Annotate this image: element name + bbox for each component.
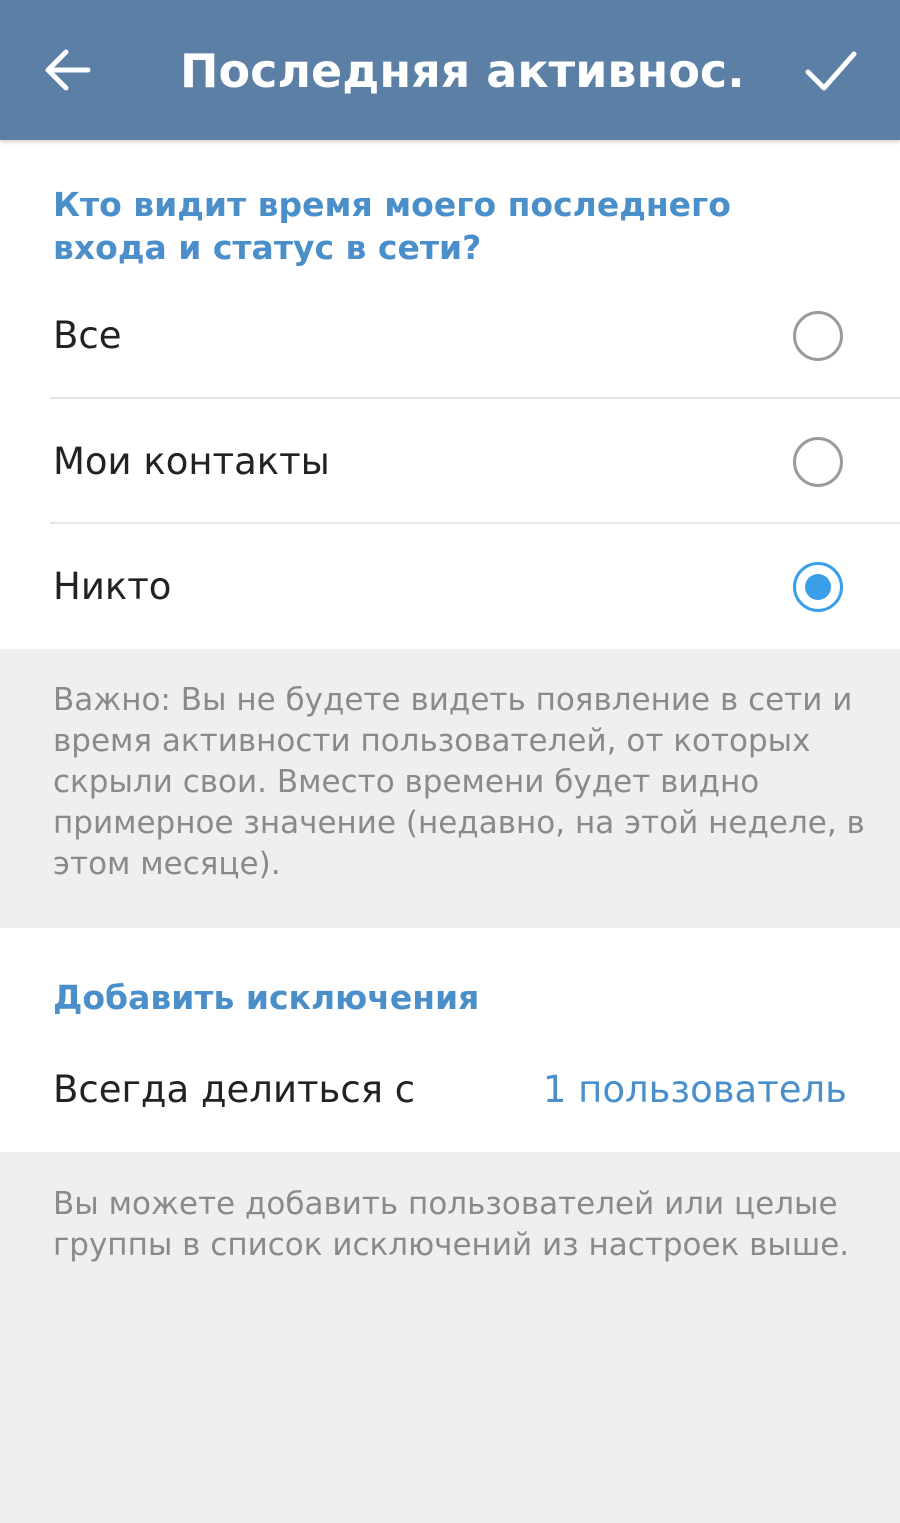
exceptions-note: Вы можете добавить пользователей или цел…	[53, 1186, 850, 1263]
arrow-left-icon	[45, 49, 91, 91]
option-label: Все	[53, 314, 122, 357]
radio-button[interactable]	[793, 437, 843, 487]
option-everybody[interactable]: Все	[0, 273, 900, 398]
radio-button[interactable]	[793, 562, 843, 612]
option-label: Мои контакты	[53, 440, 330, 483]
radio-button[interactable]	[793, 311, 843, 361]
back-button[interactable]	[36, 38, 100, 102]
radio-dot	[805, 574, 831, 600]
confirm-button[interactable]	[796, 38, 864, 102]
option-my-contacts[interactable]: Мои контакты	[0, 399, 900, 524]
option-nobody[interactable]: Никто	[0, 524, 900, 649]
app-bar: Последняя активнос...	[0, 0, 900, 140]
check-icon	[805, 51, 857, 91]
always-share-row[interactable]: Всегда делиться с 1 пользователь	[0, 1028, 900, 1152]
exceptions-heading: Добавить исключения	[53, 978, 480, 1017]
always-share-value: 1 пользователь	[542, 1068, 847, 1111]
exceptions-card: Добавить исключения Всегда делиться с 1 …	[0, 928, 900, 1152]
page-title: Последняя активнос...	[180, 44, 740, 98]
option-label: Никто	[53, 565, 172, 608]
visibility-card: Кто видит время моего последнего входа и…	[0, 140, 900, 649]
visibility-heading: Кто видит время моего последнего входа и…	[53, 185, 731, 267]
visibility-note: Важно: Вы не будете видеть появление в с…	[53, 682, 865, 882]
always-share-label: Всегда делиться с	[53, 1068, 416, 1111]
